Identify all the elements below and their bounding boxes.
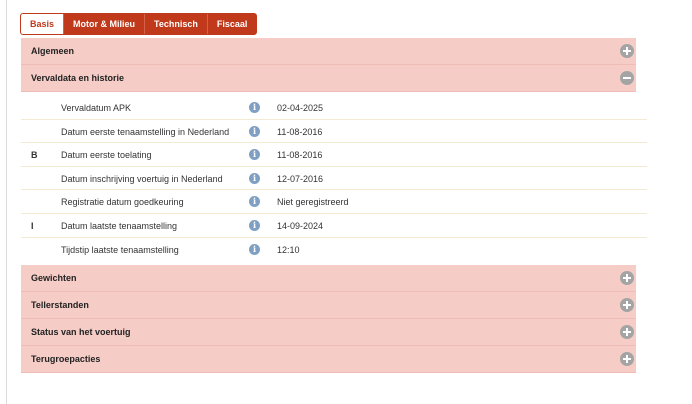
row-label: Registratie datum goedkeuring (61, 197, 184, 208)
info-icon[interactable]: i (249, 125, 260, 137)
row-value: 14-09-2024 (277, 220, 324, 231)
info-icon[interactable]: i (249, 219, 260, 231)
row-value: 11-08-2016 (277, 150, 323, 161)
tab-motor-milieu[interactable]: Motor & Milieu (63, 14, 144, 34)
section-title: Vervaldata en historie (31, 73, 125, 83)
info-icon[interactable]: i (249, 243, 260, 255)
expand-plus-icon[interactable] (620, 44, 634, 58)
row-label: Datum inschrijving voertuig in Nederland (61, 173, 223, 184)
info-icon[interactable]: i (249, 102, 260, 113)
table-row: Vervaldatum APK i 02-04-2025 (21, 96, 647, 120)
section-gewichten-header[interactable]: Gewichten (21, 265, 636, 293)
expand-plus-icon[interactable] (620, 325, 634, 340)
table-row: I Datum laatste tenaamstelling i 14-09-2… (21, 214, 647, 238)
row-value: 12:10 (277, 244, 300, 255)
row-value: 02-04-2025 (277, 103, 324, 113)
row-value: 12-07-2016 (277, 173, 324, 184)
info-icon[interactable]: i (249, 172, 260, 184)
table-row: Datum eerste tenaamstelling in Nederland… (21, 120, 647, 144)
tab-fiscaal[interactable]: Fiscaal (206, 14, 257, 34)
info-icon[interactable]: i (249, 149, 260, 161)
section-title: Algemeen (31, 46, 75, 56)
table-row: Tijdstip laatste tenaamstelling i 12:10 (21, 238, 647, 262)
section-title: Status van het voertuig (31, 327, 131, 338)
table-row: B Datum eerste toelating i 11-08-2016 (21, 143, 647, 167)
vehicle-accordion: Algemeen Vervaldata en historie Vervalda… (21, 38, 647, 374)
section-terugroepacties-header[interactable]: Terugroepacties (21, 346, 636, 374)
row-value: Niet geregistreerd (277, 197, 349, 208)
section-title: Gewichten (31, 273, 77, 284)
expand-plus-icon[interactable] (620, 352, 634, 367)
row-label: Datum laatste tenaamstelling (61, 220, 178, 231)
table-row: Registratie datum goedkeuring i Niet ger… (21, 190, 647, 214)
row-label: Datum eerste tenaamstelling in Nederland (61, 126, 230, 137)
expand-plus-icon[interactable] (620, 298, 634, 313)
collapse-minus-icon[interactable] (620, 71, 634, 85)
row-value: 11-08-2016 (277, 126, 323, 137)
section-title: Tellerstanden (31, 300, 89, 311)
row-label: Datum eerste toelating (61, 150, 152, 161)
tab-basis[interactable]: Basis (21, 14, 64, 34)
tab-bar: Basis Motor & Milieu Technisch Fiscaal (20, 13, 258, 35)
row-label: Vervaldatum APK (61, 103, 132, 113)
section-title: Terugroepacties (31, 354, 101, 365)
section-vervaldata-header[interactable]: Vervaldata en historie (21, 65, 636, 92)
info-icon[interactable]: i (249, 196, 260, 208)
row-code: B (31, 150, 38, 161)
section-vervaldata-body: Vervaldatum APK i 02-04-2025 Datum eerst… (21, 92, 647, 266)
table-row: Datum inschrijving voertuig in Nederland… (21, 167, 647, 191)
section-algemeen-header[interactable]: Algemeen (21, 38, 636, 65)
expand-plus-icon[interactable] (620, 271, 634, 286)
tab-technisch[interactable]: Technisch (144, 14, 207, 34)
section-tellerstanden-header[interactable]: Tellerstanden (21, 292, 636, 320)
section-status-header[interactable]: Status van het voertuig (21, 319, 636, 347)
row-label: Tijdstip laatste tenaamstelling (61, 244, 179, 255)
row-code: I (31, 220, 34, 231)
